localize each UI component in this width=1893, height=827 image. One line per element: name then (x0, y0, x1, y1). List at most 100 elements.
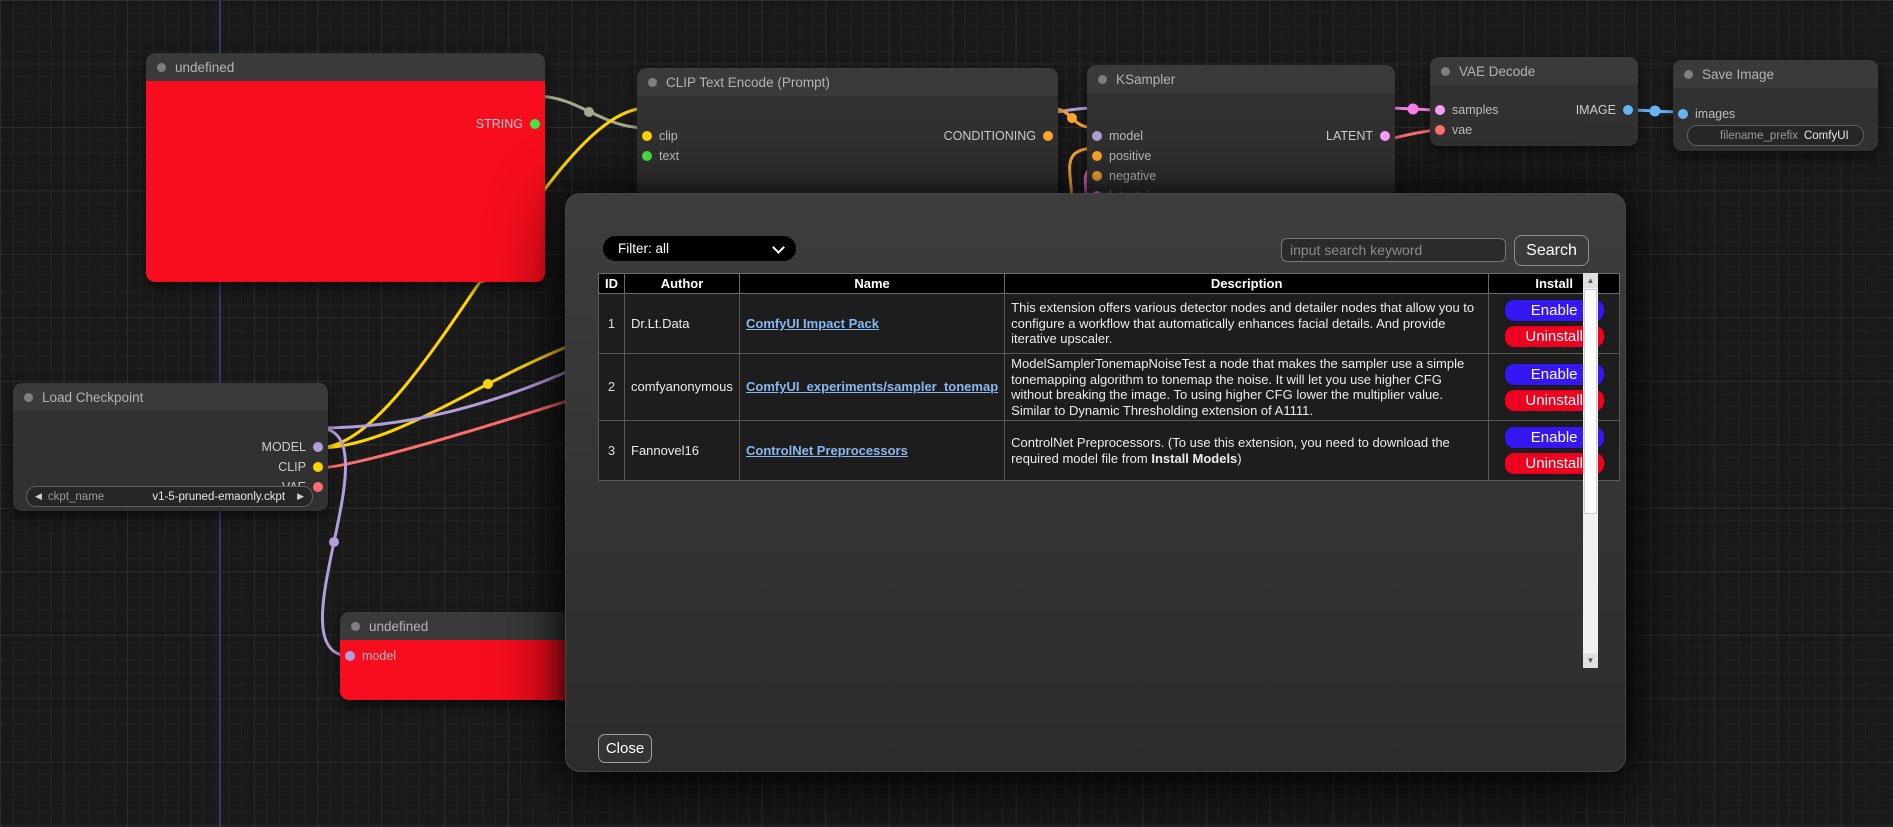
output-string[interactable]: STRING (476, 115, 540, 133)
node-title-bar[interactable]: Save Image (1673, 60, 1878, 88)
scroll-down-icon[interactable]: ▼ (1583, 653, 1598, 668)
comfyui-app: { "palette": { "model": "#b39ddb", "clip… (0, 0, 1893, 827)
input-negative[interactable]: negative (1092, 167, 1156, 185)
node-body[interactable]: images filename_prefix ComfyUI (1673, 88, 1878, 151)
image-port-icon[interactable] (1623, 105, 1633, 115)
previous-arrow-icon[interactable]: ◀ (35, 492, 42, 501)
collapse-dot-icon[interactable] (1098, 75, 1107, 84)
input-images[interactable]: images (1678, 105, 1735, 123)
scrollbar-thumb[interactable] (1584, 289, 1597, 514)
scroll-up-icon[interactable]: ▲ (1583, 273, 1598, 288)
extension-manager-dialog: Filter: all Search ID Author Name Descri… (565, 193, 1626, 772)
output-image[interactable]: IMAGE (1576, 101, 1633, 119)
node-title: VAE Decode (1459, 64, 1535, 79)
input-positive[interactable]: positive (1092, 147, 1151, 165)
clip-port-icon[interactable] (313, 462, 323, 472)
node-title: CLIP Text Encode (Prompt) (666, 75, 830, 90)
clip-port-icon[interactable] (642, 131, 652, 141)
image-port-icon[interactable] (1678, 109, 1688, 119)
cell-author: Dr.Lt.Data (625, 294, 740, 354)
close-button[interactable]: Close (598, 734, 652, 763)
table-row: 3 Fannovel16 ControlNet Preprocessors Co… (599, 421, 1620, 481)
model-port-icon[interactable] (345, 651, 355, 661)
collapse-dot-icon[interactable] (351, 622, 360, 631)
collapse-dot-icon[interactable] (1684, 70, 1693, 79)
cell-author: comfyanonymous (625, 354, 740, 421)
node-body[interactable]: samples vae IMAGE (1430, 85, 1638, 146)
header-install: Install (1489, 274, 1620, 294)
filter-select[interactable]: Filter: all (603, 236, 796, 261)
table-header-row: ID Author Name Description Install (599, 274, 1620, 294)
node-title-bar[interactable]: Load Checkpoint (13, 383, 328, 411)
conditioning-port-icon[interactable] (1092, 151, 1102, 161)
cell-description: This extension offers various detector n… (1005, 294, 1489, 354)
cell-id: 3 (599, 421, 625, 481)
cell-id: 2 (599, 354, 625, 421)
model-port-icon[interactable] (1092, 131, 1102, 141)
extension-link[interactable]: ComfyUI_experiments/sampler_tonemap (746, 379, 998, 394)
filename-prefix-value: ComfyUI (1804, 130, 1849, 142)
node-title: undefined (175, 60, 234, 75)
header-id: ID (599, 274, 625, 294)
node-title: undefined (369, 619, 428, 634)
extension-link[interactable]: ComfyUI Impact Pack (746, 316, 879, 331)
node-title: Load Checkpoint (42, 390, 143, 405)
table-scrollbar[interactable]: ▲ ▼ (1583, 273, 1598, 668)
filename-prefix-widget[interactable]: filename_prefix ComfyUI (1687, 125, 1864, 146)
vae-port-icon[interactable] (313, 482, 323, 492)
node-undefined-top[interactable]: undefined STRING (146, 53, 545, 282)
filter-select-wrap: Filter: all (603, 236, 796, 261)
header-author: Author (625, 274, 740, 294)
cell-id: 1 (599, 294, 625, 354)
output-conditioning[interactable]: CONDITIONING (944, 127, 1053, 145)
node-clip-text-encode[interactable]: CLIP Text Encode (Prompt) clip text COND… (637, 68, 1058, 201)
output-model[interactable]: MODEL (262, 438, 323, 456)
node-body[interactable]: clip text CONDITIONING (637, 96, 1058, 201)
ckpt-name-widget[interactable]: ◀ ckpt_name v1-5-pruned-emaonly.ckpt ▶ (26, 486, 313, 507)
search-input[interactable] (1281, 238, 1506, 262)
input-samples[interactable]: samples (1435, 101, 1499, 119)
node-body[interactable]: MODEL CLIP VAE ◀ ckpt_name v1-5-pruned-e… (13, 411, 328, 511)
cell-description: ControlNet Preprocessors. (To use this e… (1005, 421, 1489, 481)
next-arrow-icon[interactable]: ▶ (297, 492, 304, 501)
model-port-icon[interactable] (313, 442, 323, 452)
node-title: Save Image (1702, 67, 1774, 82)
input-vae[interactable]: vae (1435, 121, 1472, 139)
table-row: 2 comfyanonymous ComfyUI_experiments/sam… (599, 354, 1620, 421)
node-title: KSampler (1116, 72, 1175, 87)
search-button[interactable]: Search (1514, 235, 1589, 266)
node-load-checkpoint[interactable]: Load Checkpoint MODEL CLIP VAE ◀ ckpt_na… (13, 383, 328, 511)
node-vae-decode[interactable]: VAE Decode samples vae IMAGE (1430, 57, 1638, 146)
conditioning-port-icon[interactable] (1092, 171, 1102, 181)
output-latent[interactable]: LATENT (1326, 127, 1390, 145)
input-text[interactable]: text (642, 147, 679, 165)
string-port-icon[interactable] (642, 151, 652, 161)
output-clip[interactable]: CLIP (278, 458, 323, 476)
input-model[interactable]: model (345, 647, 396, 665)
header-name: Name (740, 274, 1005, 294)
collapse-dot-icon[interactable] (648, 78, 657, 87)
node-title-bar[interactable]: VAE Decode (1430, 57, 1638, 85)
input-clip[interactable]: clip (642, 127, 678, 145)
cell-description: ModelSamplerTonemapNoiseTest a node that… (1005, 354, 1489, 421)
node-title-bar[interactable]: CLIP Text Encode (Prompt) (637, 68, 1058, 96)
string-port-icon[interactable] (530, 119, 540, 129)
ckpt-name-value: v1-5-pruned-emaonly.ckpt (152, 491, 285, 503)
header-description: Description (1005, 274, 1489, 294)
node-body[interactable]: STRING (146, 81, 545, 282)
collapse-dot-icon[interactable] (1441, 67, 1450, 76)
table-row: 1 Dr.Lt.Data ComfyUI Impact Pack This ex… (599, 294, 1620, 354)
extension-table: ID Author Name Description Install 1 Dr.… (598, 273, 1620, 481)
node-title-bar[interactable]: KSampler (1087, 65, 1395, 93)
node-title-bar[interactable]: undefined (146, 53, 545, 81)
collapse-dot-icon[interactable] (24, 393, 33, 402)
latent-port-icon[interactable] (1435, 105, 1445, 115)
input-model[interactable]: model (1092, 127, 1143, 145)
conditioning-port-icon[interactable] (1043, 131, 1053, 141)
extension-link[interactable]: ControlNet Preprocessors (746, 443, 908, 458)
cell-author: Fannovel16 (625, 421, 740, 481)
collapse-dot-icon[interactable] (157, 63, 166, 72)
latent-port-icon[interactable] (1380, 131, 1390, 141)
node-save-image[interactable]: Save Image images filename_prefix ComfyU… (1673, 60, 1878, 151)
vae-port-icon[interactable] (1435, 125, 1445, 135)
